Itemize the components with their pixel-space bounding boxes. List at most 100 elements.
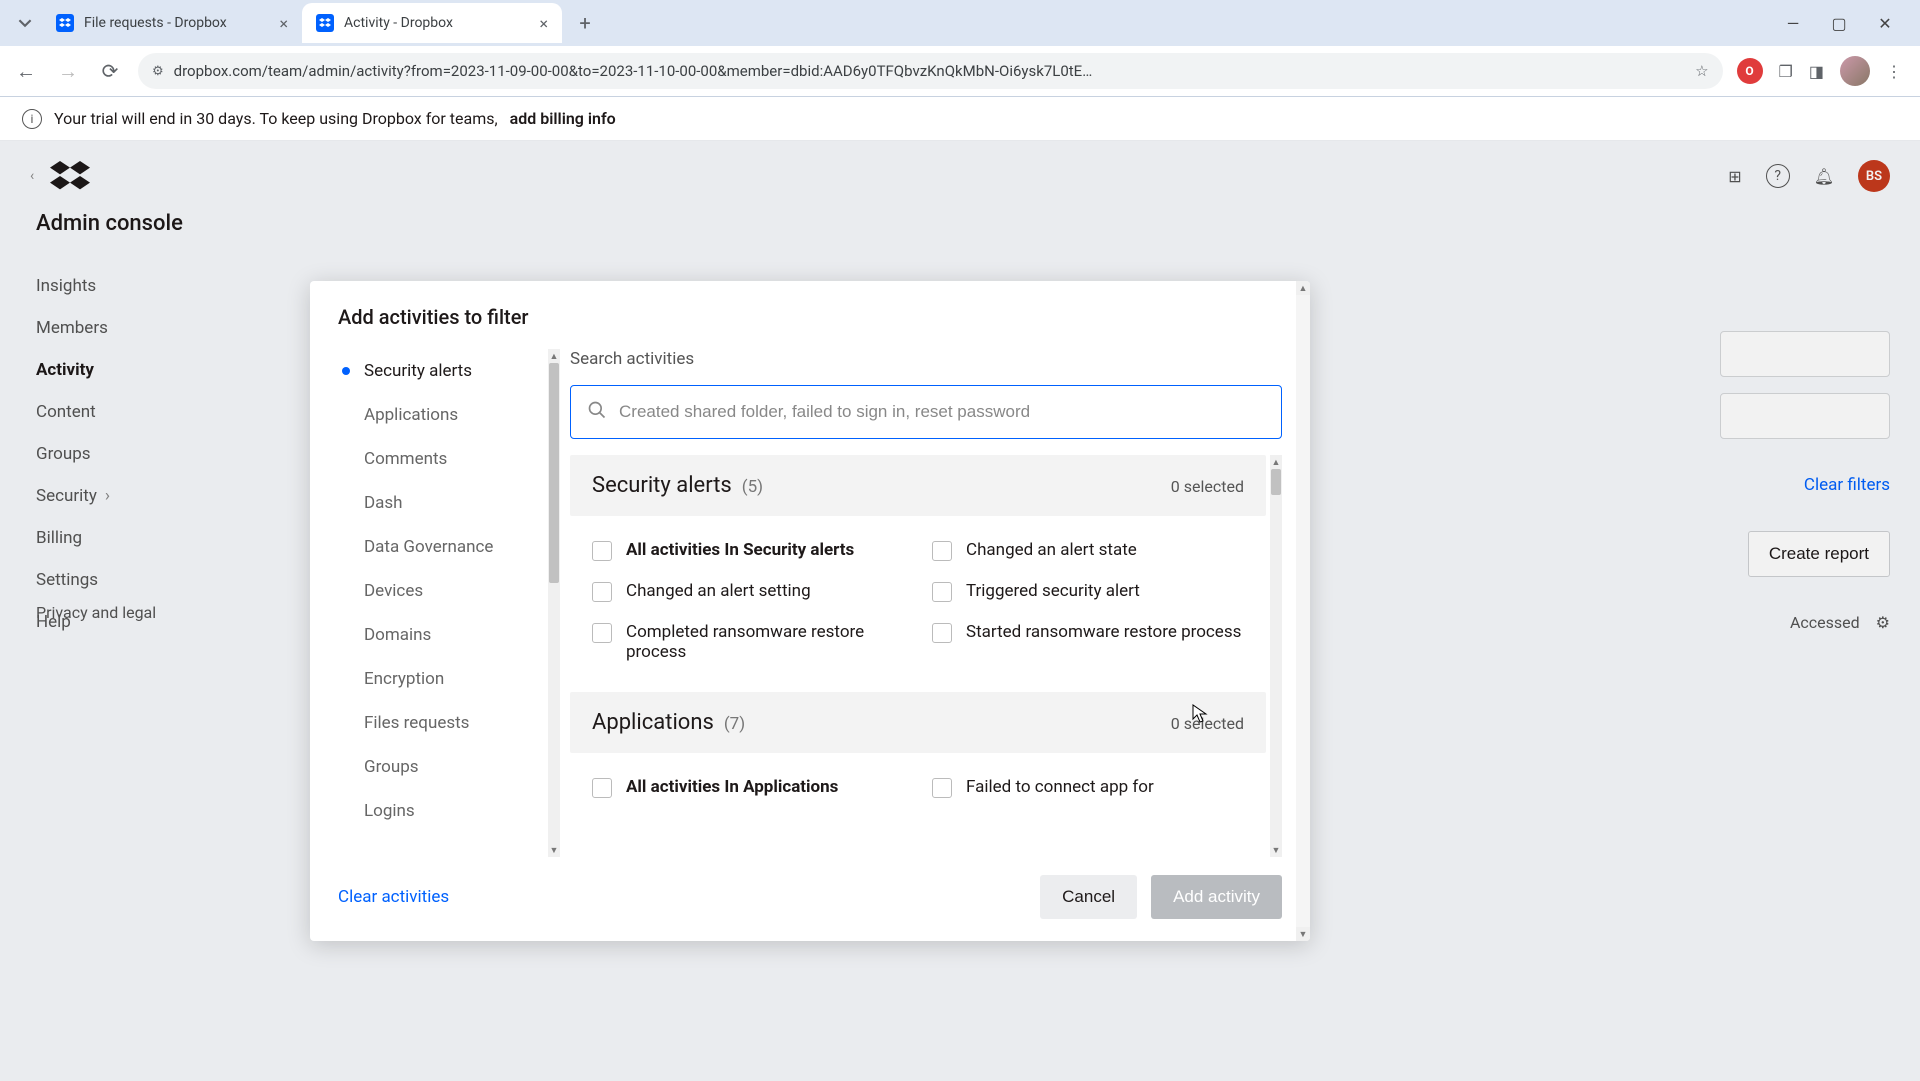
check-completed-ransomware[interactable]: Completed ransomware restore process bbox=[592, 622, 904, 662]
category-applications[interactable]: Applications bbox=[338, 393, 542, 437]
category-data-governance[interactable]: Data Governance bbox=[338, 525, 542, 569]
sidebar-item-billing[interactable]: Billing bbox=[36, 528, 224, 548]
bell-icon[interactable]: 🔔︎ bbox=[1814, 167, 1834, 186]
modal-backdrop bbox=[0, 141, 1920, 1081]
clear-activities-link[interactable]: Clear activities bbox=[338, 887, 449, 907]
checks-security: All activities In Security alerts Change… bbox=[570, 516, 1266, 692]
add-activity-button[interactable]: Add activity bbox=[1151, 875, 1282, 919]
filter-field-2[interactable] bbox=[1720, 393, 1890, 439]
kebab-menu-icon[interactable]: ⋮ bbox=[1886, 62, 1902, 81]
category-domains[interactable]: Domains bbox=[338, 613, 542, 657]
scrollbar-thumb[interactable] bbox=[549, 363, 559, 583]
scroll-up-icon[interactable]: ▲ bbox=[548, 349, 560, 363]
minimize-icon[interactable]: — bbox=[1782, 14, 1804, 33]
sidebar-item-settings[interactable]: Settings bbox=[36, 570, 224, 590]
category-scrollbar[interactable]: ▲ ▼ bbox=[548, 349, 560, 857]
modal-scrollbar[interactable]: ▲ ▼ bbox=[1296, 281, 1310, 941]
help-icon[interactable]: ? bbox=[1766, 164, 1790, 188]
banner-text: Your trial will end in 30 days. To keep … bbox=[54, 109, 498, 128]
results-panel: Security alerts (5) 0 selected All activ… bbox=[570, 455, 1282, 857]
search-icon bbox=[587, 400, 607, 424]
sidebar-item-members[interactable]: Members bbox=[36, 318, 224, 338]
url-text: dropbox.com/team/admin/activity?from=202… bbox=[174, 62, 1685, 80]
cancel-button[interactable]: Cancel bbox=[1040, 875, 1137, 919]
sidebar-item-content[interactable]: Content bbox=[36, 402, 224, 422]
create-report-button[interactable]: Create report bbox=[1748, 531, 1890, 577]
check-changed-alert-state[interactable]: Changed an alert state bbox=[932, 540, 1244, 561]
bookmark-star-icon[interactable]: ☆ bbox=[1695, 62, 1708, 80]
section-title: Security alerts bbox=[592, 473, 732, 498]
sidebar-item-activity[interactable]: Activity bbox=[36, 360, 224, 380]
gear-icon[interactable]: ⚙ bbox=[1876, 613, 1890, 632]
scroll-up-icon[interactable]: ▲ bbox=[1270, 455, 1282, 469]
modal-title: Add activities to filter bbox=[310, 281, 1310, 349]
category-devices[interactable]: Devices bbox=[338, 569, 542, 613]
filter-field-1[interactable] bbox=[1720, 331, 1890, 377]
close-icon[interactable]: × bbox=[279, 14, 288, 33]
category-panel: Security alerts Applications Comments Da… bbox=[338, 349, 546, 857]
modal-body: Security alerts Applications Comments Da… bbox=[310, 349, 1310, 857]
scroll-down-icon[interactable]: ▼ bbox=[548, 843, 560, 857]
scrollbar-thumb[interactable] bbox=[1271, 469, 1281, 495]
category-encryption[interactable]: Encryption bbox=[338, 657, 542, 701]
forward-button[interactable]: → bbox=[54, 57, 82, 85]
right-panel: Clear filters Create report Accessed ⚙ bbox=[1720, 331, 1890, 632]
scroll-down-icon[interactable]: ▼ bbox=[1296, 927, 1310, 941]
check-all-security[interactable]: All activities In Security alerts bbox=[592, 540, 904, 561]
new-tab-button[interactable]: + bbox=[570, 8, 600, 38]
category-security-alerts[interactable]: Security alerts bbox=[338, 349, 542, 393]
tab-title: Activity - Dropbox bbox=[344, 15, 529, 31]
search-field[interactable] bbox=[619, 402, 1265, 422]
results-list[interactable]: Security alerts (5) 0 selected All activ… bbox=[570, 455, 1270, 857]
sidebar-item-help[interactable]: Help bbox=[36, 612, 224, 632]
close-window-icon[interactable]: ✕ bbox=[1874, 14, 1896, 33]
extension-icon[interactable]: O bbox=[1737, 58, 1763, 84]
close-icon[interactable]: × bbox=[539, 14, 548, 33]
scroll-down-icon[interactable]: ▼ bbox=[1270, 843, 1282, 857]
url-input[interactable]: ⚙ dropbox.com/team/admin/activity?from=2… bbox=[138, 53, 1723, 89]
window-controls: — ▢ ✕ bbox=[1782, 14, 1912, 33]
browser-chrome: File requests - Dropbox × Activity - Dro… bbox=[0, 0, 1920, 97]
extensions-puzzle-icon[interactable]: ❐ bbox=[1779, 62, 1793, 81]
scroll-up-icon[interactable]: ▲ bbox=[1296, 281, 1310, 295]
check-changed-alert-setting[interactable]: Changed an alert setting bbox=[592, 581, 904, 602]
sidebar-item-insights[interactable]: Insights bbox=[36, 276, 224, 296]
clear-filters-link[interactable]: Clear filters bbox=[1804, 475, 1890, 495]
results-scrollbar[interactable]: ▲ ▼ bbox=[1270, 455, 1282, 857]
dropbox-logo[interactable] bbox=[50, 158, 90, 194]
admin-sidebar: Admin console Insights Members Activity … bbox=[0, 211, 260, 632]
check-triggered-security-alert[interactable]: Triggered security alert bbox=[932, 581, 1244, 602]
category-list[interactable]: Security alerts Applications Comments Da… bbox=[338, 349, 546, 857]
tabs-dropdown[interactable] bbox=[8, 6, 42, 40]
tab-file-requests[interactable]: File requests - Dropbox × bbox=[42, 3, 302, 43]
side-panel-icon[interactable]: ◨ bbox=[1809, 62, 1824, 81]
sidebar-footer-link[interactable]: Privacy and legal bbox=[36, 603, 156, 622]
reload-button[interactable]: ⟳ bbox=[96, 57, 124, 85]
back-button[interactable]: ← bbox=[12, 57, 40, 85]
category-groups[interactable]: Groups bbox=[338, 745, 542, 789]
check-started-ransomware[interactable]: Started ransomware restore process bbox=[932, 622, 1244, 662]
category-files-requests[interactable]: Files requests bbox=[338, 701, 542, 745]
category-dash[interactable]: Dash bbox=[338, 481, 542, 525]
profile-avatar[interactable] bbox=[1840, 56, 1870, 86]
tab-activity[interactable]: Activity - Dropbox × bbox=[302, 3, 562, 43]
check-all-applications[interactable]: All activities In Applications bbox=[592, 777, 904, 798]
apps-grid-icon[interactable]: ⊞ bbox=[1728, 167, 1741, 186]
search-label: Search activities bbox=[570, 349, 1282, 369]
app-header: ‹ ⊞ ? 🔔︎ BS bbox=[0, 141, 1920, 211]
check-failed-connect-app[interactable]: Failed to connect app for bbox=[932, 777, 1244, 798]
sidebar-item-groups[interactable]: Groups bbox=[36, 444, 224, 464]
trial-banner: i Your trial will end in 30 days. To kee… bbox=[0, 97, 1920, 141]
checks-applications: All activities In Applications Failed to… bbox=[570, 753, 1266, 798]
add-billing-link[interactable]: add billing info bbox=[510, 109, 616, 128]
collapse-chevron-icon[interactable]: ‹ bbox=[30, 168, 34, 184]
activities-filter-modal: ▲ ▼ Add activities to filter Security al… bbox=[310, 281, 1310, 941]
category-logins[interactable]: Logins bbox=[338, 789, 542, 833]
section-selected: 0 selected bbox=[1171, 477, 1244, 496]
user-avatar[interactable]: BS bbox=[1858, 160, 1890, 192]
sidebar-item-security[interactable]: Security› bbox=[36, 486, 224, 506]
maximize-icon[interactable]: ▢ bbox=[1828, 14, 1850, 33]
search-activities-input[interactable] bbox=[570, 385, 1282, 439]
site-info-icon[interactable]: ⚙ bbox=[152, 64, 164, 79]
category-comments[interactable]: Comments bbox=[338, 437, 542, 481]
